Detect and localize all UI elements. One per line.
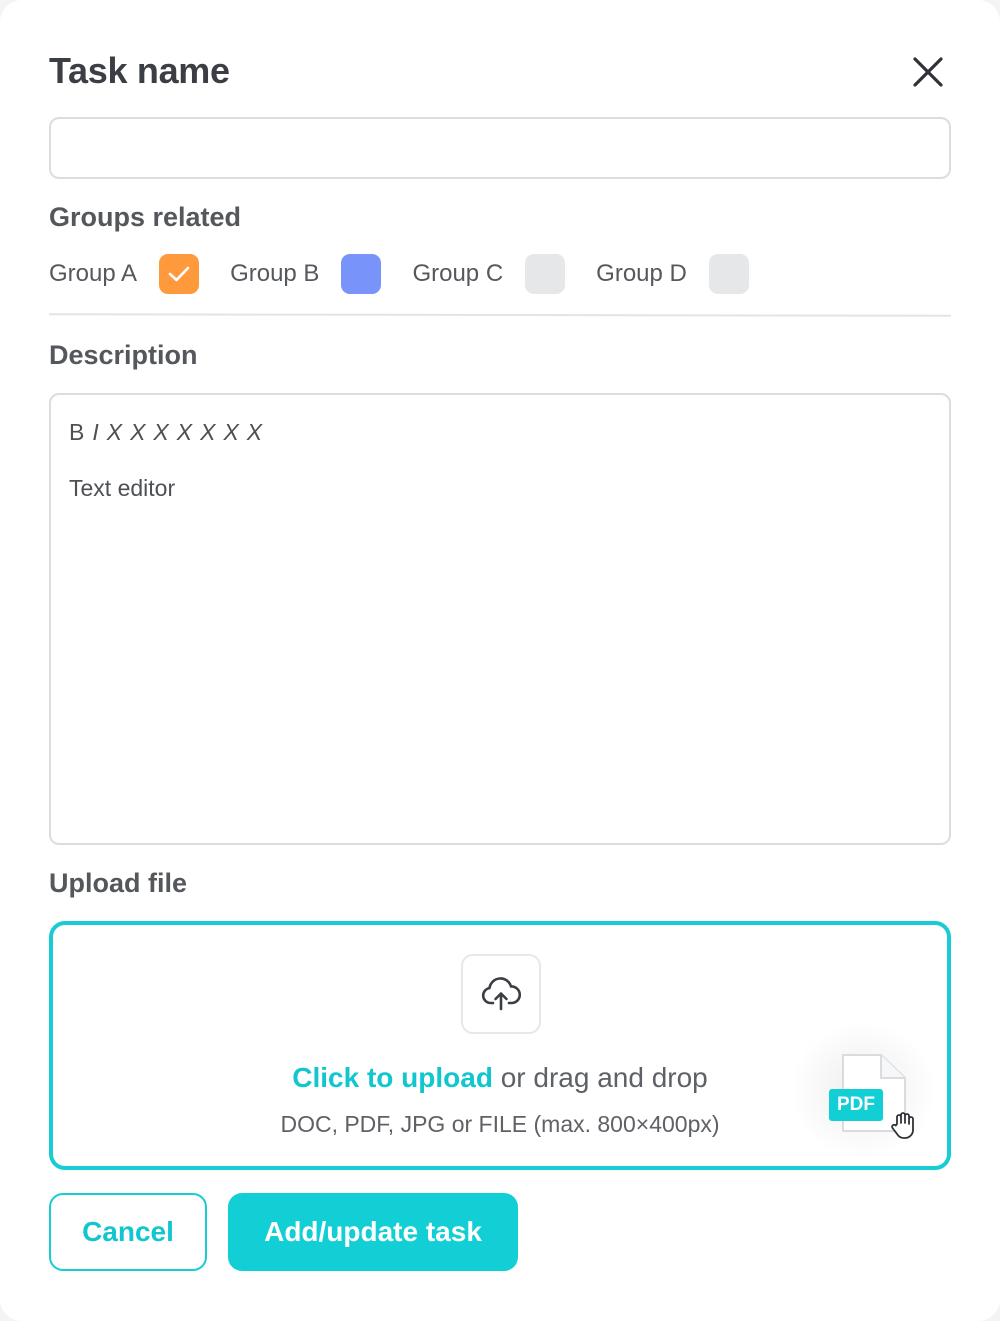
toolbar-button[interactable]: X	[107, 419, 122, 446]
hand-cursor-icon	[891, 1112, 914, 1139]
description-label: Description	[49, 340, 198, 370]
upload-label: Upload file	[49, 868, 188, 898]
task-name-input[interactable]	[49, 117, 951, 179]
bold-button[interactable]: B	[69, 419, 84, 446]
group-b-option[interactable]: Group B	[230, 254, 382, 294]
task-modal: Task name Groups related Group A Group B…	[0, 0, 1000, 1321]
group-selector: Group A Group B Group C Group D	[49, 254, 780, 294]
group-d-option[interactable]: Group D	[596, 254, 749, 294]
group-b-checkbox[interactable]	[341, 254, 382, 294]
toolbar-button[interactable]: X	[200, 419, 215, 446]
group-c-option[interactable]: Group C	[412, 254, 566, 294]
editor-toolbar: B I X X X X X X X	[69, 419, 262, 446]
editor-content[interactable]: Text editor	[69, 475, 175, 502]
upload-dropzone[interactable]: Click to upload or drag and drop DOC, PD…	[49, 921, 951, 1170]
close-button[interactable]	[904, 50, 952, 94]
group-a-checkbox[interactable]	[159, 254, 200, 294]
group-c-checkbox[interactable]	[525, 254, 566, 294]
group-b-label: Group B	[230, 260, 320, 287]
toolbar-button[interactable]: X	[247, 419, 262, 446]
toolbar-button[interactable]: X	[223, 419, 238, 446]
click-to-upload-link[interactable]: Click to upload	[292, 1062, 493, 1093]
group-d-checkbox[interactable]	[708, 254, 749, 294]
add-update-task-button[interactable]: Add/update task	[228, 1193, 518, 1271]
groups-label: Groups related	[49, 202, 242, 232]
italic-button[interactable]: I	[92, 419, 98, 446]
group-d-label: Group D	[596, 260, 687, 287]
toolbar-button[interactable]: X	[177, 419, 192, 446]
toolbar-button[interactable]: X	[153, 419, 168, 446]
description-editor[interactable]: B I X X X X X X X Text editor	[49, 393, 951, 845]
upload-button[interactable]	[461, 954, 541, 1034]
modal-title: Task name	[49, 50, 230, 91]
pdf-file-preview: PDF	[827, 1053, 927, 1143]
group-a-label: Group A	[49, 260, 138, 287]
group-a-option[interactable]: Group A	[49, 254, 200, 294]
upload-cloud-icon	[481, 977, 521, 1011]
check-icon	[168, 266, 190, 282]
toolbar-button[interactable]: X	[130, 419, 145, 446]
group-c-label: Group C	[412, 260, 504, 287]
close-icon	[913, 57, 943, 87]
cancel-button[interactable]: Cancel	[49, 1193, 207, 1271]
drag-drop-text: or drag and drop	[492, 1062, 708, 1093]
section-divider	[48, 313, 952, 317]
pdf-badge-text: PDF	[837, 1094, 875, 1115]
